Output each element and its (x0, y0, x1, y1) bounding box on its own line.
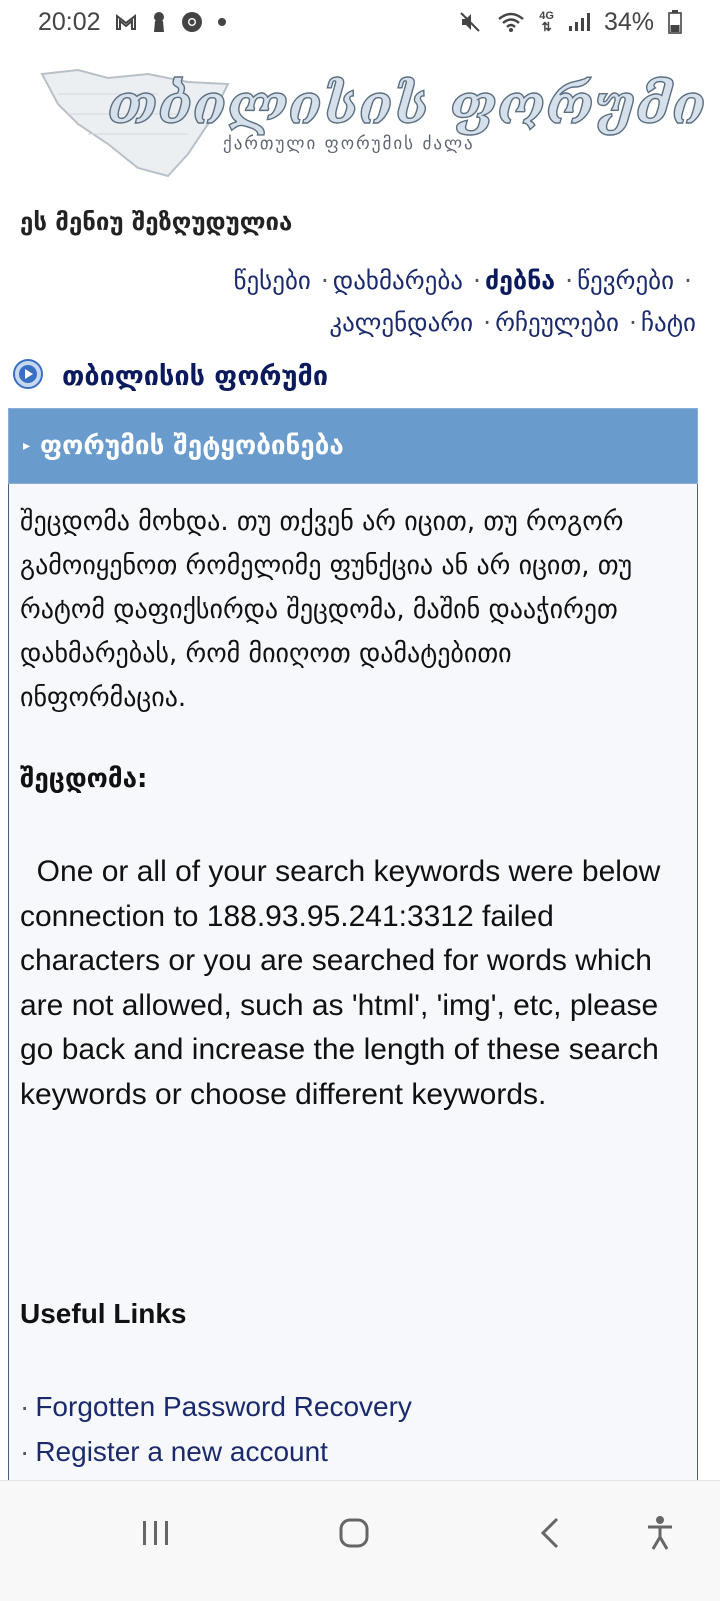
home-icon (339, 1518, 369, 1548)
back-button[interactable] (520, 1505, 580, 1561)
panel-title: ფორუმის შეტყობინება (40, 431, 344, 461)
nav-separator: · (320, 266, 329, 295)
system-nav-bar (0, 1480, 720, 1601)
bullet: · (20, 1391, 30, 1422)
nav-calendar[interactable]: კალენდარი (329, 308, 473, 337)
signal-icon (568, 12, 590, 32)
nav-favorites[interactable]: რჩეულები (495, 308, 619, 337)
accessibility-button[interactable] (630, 1505, 690, 1561)
nav-help[interactable]: დახმარება (333, 266, 463, 295)
mute-icon (459, 11, 483, 33)
list-item: · Forgotten Password Recovery (20, 1384, 412, 1429)
bullet: · (20, 1436, 30, 1467)
error-label: შეცდომა: (20, 764, 148, 794)
nav-separator: · (565, 266, 574, 295)
clock: 20:02 (38, 7, 101, 36)
top-nav: წესები · დახმარება · ძებნა · წევრები · კალენდარ… (76, 260, 696, 344)
nav-chat[interactable]: ჩატი (641, 308, 696, 337)
breadcrumb-forum-link[interactable]: თბილისის ფორუმი (62, 361, 328, 392)
forgot-password-link[interactable]: Forgotten Password Recovery (35, 1391, 412, 1422)
accessibility-icon (648, 1516, 672, 1550)
chrome-icon (181, 11, 203, 33)
recent-apps-icon (143, 1521, 168, 1545)
nav-search[interactable]: ძებნა (485, 266, 555, 295)
back-chevron-icon (540, 1517, 559, 1549)
site-logo[interactable]: თბილისის ფორუმი ქართული ფორუმის ძალა (38, 64, 706, 186)
useful-links-list: · Forgotten Password Recovery · Register a… (20, 1384, 412, 1474)
breadcrumb: თბილისის ფორუმი (12, 358, 328, 394)
recent-apps-button[interactable] (126, 1505, 186, 1561)
error-explanation: შეცდომა მოხდა. თუ თქვენ არ იცით, თუ როგო… (20, 507, 633, 713)
battery-icon (668, 10, 682, 34)
status-bar: 20:02 4G ⇅ 34% (0, 0, 720, 44)
nav-separator: · (472, 266, 481, 295)
play-circle-icon (12, 358, 44, 394)
home-button[interactable] (324, 1505, 384, 1561)
logo-title: თბილისის ფორუმი (107, 71, 707, 136)
nav-rules[interactable]: წესები (234, 266, 311, 295)
error-message: One or all of your search keywords were … (20, 850, 680, 1117)
list-item: · Register a new account (20, 1429, 412, 1474)
panel-header: ▸ ფორუმის შეტყობინება (8, 408, 698, 484)
menu-restricted-notice: ეს მენიუ შეზღუდულია (20, 208, 293, 236)
more-notifications-dot-icon (217, 17, 227, 27)
battery-percent: 34% (603, 7, 654, 36)
useful-links-title: Useful Links (20, 1298, 187, 1329)
nav-members[interactable]: წევრები (577, 266, 674, 295)
register-account-link[interactable]: Register a new account (35, 1436, 328, 1467)
keyhole-icon (151, 11, 167, 33)
wifi-icon (497, 11, 525, 33)
nav-separator: · (684, 266, 692, 295)
error-message-text: One or all of your search keywords were … (20, 855, 661, 1111)
logo-subtitle: ქართული ფორუმის ძალა (223, 134, 475, 154)
nav-separator: · (628, 308, 637, 337)
network-type-4g: 4G ⇅ (539, 10, 554, 34)
triangle-right-icon: ▸ (23, 438, 31, 454)
nav-separator: · (483, 308, 492, 337)
gmail-icon (115, 13, 137, 31)
